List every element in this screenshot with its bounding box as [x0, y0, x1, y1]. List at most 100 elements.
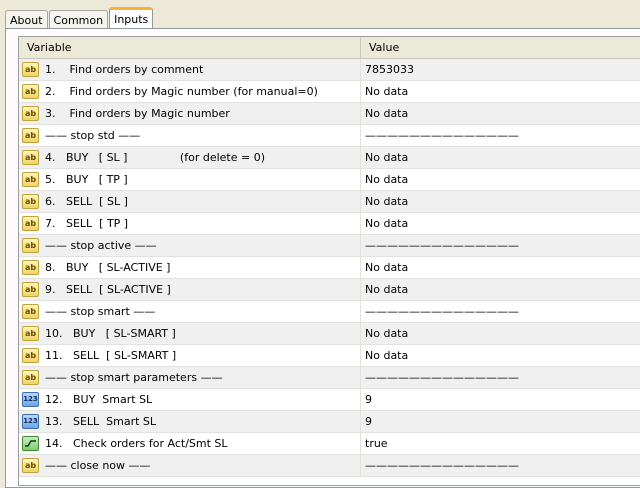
table-row[interactable]: ab 1. Find orders by comment 7853033: [19, 59, 640, 81]
table-row[interactable]: ab 5. BUY [ TP ] No data: [19, 169, 640, 191]
variable-cell: ab 2. Find orders by Magic number (for ma…: [19, 81, 361, 102]
value-text: ——————————————: [365, 129, 519, 142]
string-type-icon: ab: [22, 326, 39, 341]
table-row[interactable]: ab —— stop active —— ——————————————: [19, 235, 640, 257]
table-row[interactable]: 123 13. SELL Smart SL 9: [19, 411, 640, 433]
table-row[interactable]: ab —— close now —— ——————————————: [19, 455, 640, 477]
value-cell[interactable]: No data: [361, 81, 640, 102]
value-text: No data: [365, 283, 409, 296]
table-row[interactable]: ab 3. Find orders by Magic number No data: [19, 103, 640, 125]
string-type-icon: ab: [22, 260, 39, 275]
table-row[interactable]: ab 8. BUY [ SL-ACTIVE ] No data: [19, 257, 640, 279]
table-row[interactable]: ab 6. SELL [ SL ] No data: [19, 191, 640, 213]
variable-cell: ab 6. SELL [ SL ]: [19, 191, 361, 212]
variable-cell: ab 8. BUY [ SL-ACTIVE ]: [19, 257, 361, 278]
value-text: 9: [365, 393, 372, 406]
variable-label: 7. SELL [ TP ]: [45, 217, 129, 230]
variable-label: 1. Find orders by comment: [45, 63, 204, 76]
value-text: No data: [365, 217, 409, 230]
value-cell[interactable]: ——————————————: [361, 125, 640, 146]
value-cell[interactable]: ——————————————: [361, 301, 640, 322]
value-cell[interactable]: ——————————————: [361, 455, 640, 476]
value-cell[interactable]: ——————————————: [361, 235, 640, 256]
value-cell[interactable]: No data: [361, 323, 640, 344]
variable-label: 8. BUY [ SL-ACTIVE ]: [45, 261, 171, 274]
variable-cell: ab 11. SELL [ SL-SMART ]: [19, 345, 361, 366]
variable-label: 4. BUY [ SL ] (for delete = 0): [45, 151, 265, 164]
value-text: true: [365, 437, 388, 450]
variable-label: —— close now ——: [45, 459, 151, 472]
table-row[interactable]: ab 11. SELL [ SL-SMART ] No data: [19, 345, 640, 367]
value-cell[interactable]: No data: [361, 257, 640, 278]
variable-cell: ab 4. BUY [ SL ] (for delete = 0): [19, 147, 361, 168]
table-row[interactable]: ab 10. BUY [ SL-SMART ] No data: [19, 323, 640, 345]
table-row[interactable]: ab 2. Find orders by Magic number (for ma…: [19, 81, 640, 103]
variable-cell: 14. Check orders for Act/Smt SL: [19, 433, 361, 454]
table-row[interactable]: 14. Check orders for Act/Smt SL true: [19, 433, 640, 455]
variable-cell: ab 5. BUY [ TP ]: [19, 169, 361, 190]
inputs-panel: Variable Value ab 1. Find orders by comme…: [5, 28, 640, 488]
variable-label: —— stop smart ——: [45, 305, 156, 318]
tab-common[interactable]: Common: [48, 10, 109, 29]
variable-label: 5. BUY [ TP ]: [45, 173, 128, 186]
table-row[interactable]: ab —— stop smart —— ——————————————: [19, 301, 640, 323]
variable-cell: ab 7. SELL [ TP ]: [19, 213, 361, 234]
string-type-icon: ab: [22, 128, 39, 143]
table-row[interactable]: 123 12. BUY Smart SL 9: [19, 389, 640, 411]
value-cell[interactable]: No data: [361, 191, 640, 212]
value-cell[interactable]: No data: [361, 213, 640, 234]
bool-type-icon: [22, 436, 39, 451]
string-type-icon: ab: [22, 172, 39, 187]
value-text: ——————————————: [365, 239, 519, 252]
value-text: No data: [365, 173, 409, 186]
string-type-icon: ab: [22, 238, 39, 253]
string-type-icon: ab: [22, 84, 39, 99]
variable-cell: ab 9. SELL [ SL-ACTIVE ]: [19, 279, 361, 300]
value-cell[interactable]: true: [361, 433, 640, 454]
value-cell[interactable]: No data: [361, 147, 640, 168]
variable-cell: 123 12. BUY Smart SL: [19, 389, 361, 410]
value-cell[interactable]: No data: [361, 103, 640, 124]
value-text: No data: [365, 195, 409, 208]
value-cell[interactable]: No data: [361, 345, 640, 366]
variable-label: 6. SELL [ SL ]: [45, 195, 128, 208]
column-header-value[interactable]: Value: [361, 37, 640, 58]
value-text: 7853033: [365, 63, 414, 76]
variable-cell: ab —— stop smart ——: [19, 301, 361, 322]
variable-label: 9. SELL [ SL-ACTIVE ]: [45, 283, 171, 296]
tab-about[interactable]: About: [5, 10, 48, 29]
variable-label: 13. SELL Smart SL: [45, 415, 157, 428]
tab-inputs[interactable]: Inputs: [109, 7, 154, 30]
value-text: No data: [365, 107, 409, 120]
table-row[interactable]: ab —— stop std —— ——————————————: [19, 125, 640, 147]
variable-cell: ab —— close now ——: [19, 455, 361, 476]
value-text: No data: [365, 261, 409, 274]
variable-label: 3. Find orders by Magic number: [45, 107, 230, 120]
value-cell[interactable]: 9: [361, 389, 640, 410]
table-row[interactable]: ab 7. SELL [ TP ] No data: [19, 213, 640, 235]
value-text: No data: [365, 151, 409, 164]
value-text: ——————————————: [365, 371, 519, 384]
string-type-icon: ab: [22, 194, 39, 209]
variable-label: 12. BUY Smart SL: [45, 393, 153, 406]
table-row[interactable]: ab 4. BUY [ SL ] (for delete = 0) No data: [19, 147, 640, 169]
value-text: ——————————————: [365, 459, 519, 472]
integer-type-icon: 123: [22, 392, 39, 407]
value-cell[interactable]: 9: [361, 411, 640, 432]
value-cell[interactable]: No data: [361, 279, 640, 300]
string-type-icon: ab: [22, 458, 39, 473]
value-text: ——————————————: [365, 305, 519, 318]
value-text: 9: [365, 415, 372, 428]
table-row[interactable]: ab 9. SELL [ SL-ACTIVE ] No data: [19, 279, 640, 301]
value-cell[interactable]: 7853033: [361, 59, 640, 80]
variable-cell: ab 10. BUY [ SL-SMART ]: [19, 323, 361, 344]
value-cell[interactable]: No data: [361, 169, 640, 190]
string-type-icon: ab: [22, 106, 39, 121]
value-cell[interactable]: ——————————————: [361, 367, 640, 388]
string-type-icon: ab: [22, 282, 39, 297]
table-row[interactable]: ab —— stop smart parameters —— ———————————…: [19, 367, 640, 389]
variable-cell: ab 3. Find orders by Magic number: [19, 103, 361, 124]
variable-label: —— stop active ——: [45, 239, 157, 252]
column-header-variable[interactable]: Variable: [19, 37, 361, 58]
value-text: No data: [365, 349, 409, 362]
